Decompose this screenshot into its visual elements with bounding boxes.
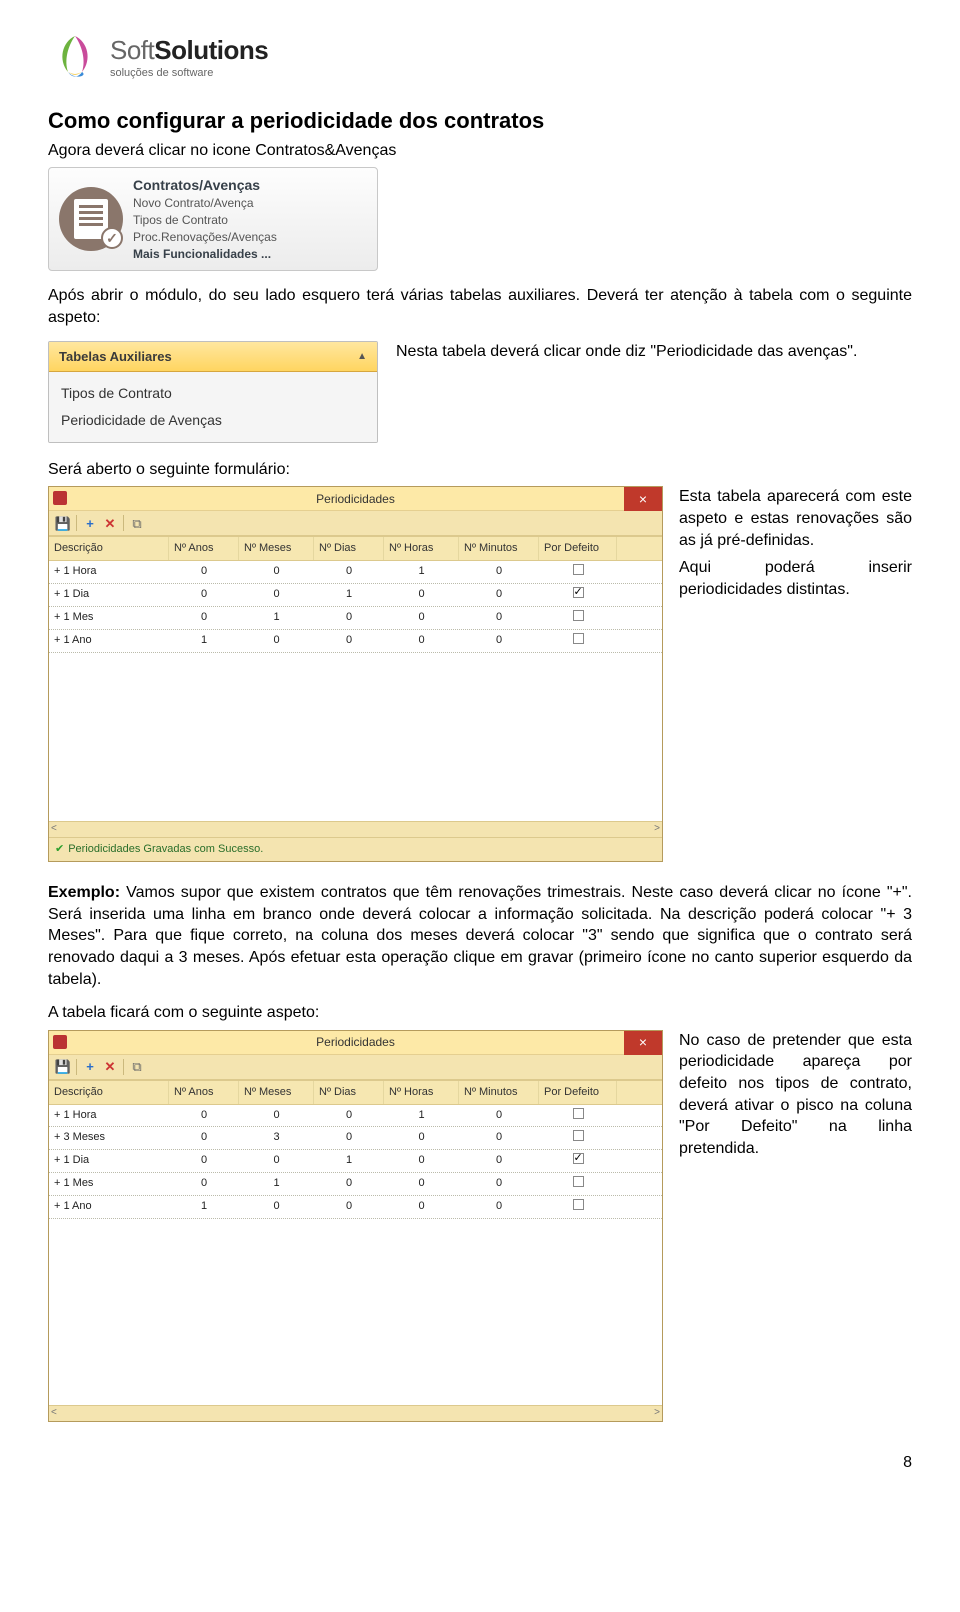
col-header: Nº Anos — [169, 537, 239, 560]
logo-mark-icon — [48, 30, 102, 84]
check-badge-icon: ✓ — [101, 227, 123, 249]
table-row[interactable]: + 1 Dia00100 — [49, 584, 662, 607]
periodicidades-window-1: Periodicidades × 💾 + ✕ ⧉ Descrição Nº An… — [48, 486, 663, 862]
col-header: Nº Minutos — [459, 537, 539, 560]
page-number: 8 — [48, 1452, 912, 1474]
close-button[interactable]: × — [624, 487, 662, 511]
col-header: Descrição — [49, 537, 169, 560]
checkbox[interactable] — [573, 1108, 584, 1119]
window-app-icon — [53, 1035, 67, 1049]
window-title: Periodicidades — [316, 491, 395, 507]
table-row[interactable]: + 3 Meses03000 — [49, 1127, 662, 1150]
card-item: Novo Contrato/Avença — [133, 195, 277, 212]
scrollbar[interactable] — [49, 821, 662, 837]
intro-paragraph-2: Após abrir o módulo, do seu lado esquero… — [48, 285, 912, 328]
aux-item-tipos[interactable]: Tipos de Contrato — [61, 380, 365, 407]
form-side-text: Esta tabela aparecerá com este aspeto e … — [679, 486, 912, 606]
table-row[interactable]: + 1 Ano10000 — [49, 1196, 662, 1219]
add-row-icon[interactable]: + — [81, 1058, 99, 1076]
caret-up-icon: ▲ — [357, 350, 367, 364]
window-title: Periodicidades — [316, 1034, 395, 1050]
grid-body-2: + 1 Hora00010+ 3 Meses03000+ 1 Dia00100+… — [49, 1105, 662, 1255]
save-icon[interactable]: 💾 — [54, 1058, 72, 1076]
aux-row: Tabelas Auxiliares ▲ Tipos de Contrato P… — [48, 341, 912, 443]
col-header: Nº Anos — [169, 1081, 239, 1104]
ok-icon: ✔ — [55, 842, 64, 857]
contratos-card[interactable]: ✓ Contratos/Avenças Novo Contrato/Avença… — [48, 167, 378, 271]
table-row[interactable]: + 1 Hora00010 — [49, 561, 662, 584]
table-row[interactable]: + 1 Ano10000 — [49, 630, 662, 653]
close-button[interactable]: × — [624, 1031, 662, 1055]
scrollbar[interactable] — [49, 1405, 662, 1421]
col-header: Nº Horas — [384, 537, 459, 560]
copy-icon[interactable]: ⧉ — [128, 1058, 146, 1076]
aux-header-label: Tabelas Auxiliares — [59, 348, 172, 366]
save-icon[interactable]: 💾 — [54, 514, 72, 532]
copy-icon[interactable]: ⧉ — [128, 514, 146, 532]
table-row[interactable]: + 1 Mes01000 — [49, 1173, 662, 1196]
col-header: Nº Minutos — [459, 1081, 539, 1104]
contratos-icon: ✓ — [59, 187, 123, 251]
col-header: Nº Horas — [384, 1081, 459, 1104]
form-intro: Será aberto o seguinte formulário: — [48, 459, 912, 481]
checkbox[interactable] — [573, 1153, 584, 1164]
aux-panel: Tabelas Auxiliares ▲ Tipos de Contrato P… — [48, 341, 378, 443]
brand-name: SoftSolutions — [110, 33, 268, 68]
aux-side-text: Nesta tabela deverá clicar onde diz "Per… — [396, 341, 912, 363]
tab2-side-text: No caso de pretender que esta periodicid… — [679, 1030, 912, 1160]
card-more: Mais Funcionalidades ... — [133, 246, 277, 263]
window-app-icon — [53, 491, 67, 505]
col-header: Por Defeito — [539, 1081, 617, 1104]
status-bar: ✔ Periodicidades Gravadas com Sucesso. — [49, 837, 662, 861]
table-row[interactable]: + 1 Mes01000 — [49, 607, 662, 630]
tab2-intro: A tabela ficará com o seguinte aspeto: — [48, 1002, 912, 1024]
aux-item-periodicidade[interactable]: Periodicidade de Avenças — [61, 407, 365, 434]
aux-header[interactable]: Tabelas Auxiliares ▲ — [49, 342, 377, 373]
col-header: Nº Meses — [239, 537, 314, 560]
grid-header: Descrição Nº Anos Nº Meses Nº Dias Nº Ho… — [49, 536, 662, 561]
logo-block: SoftSolutions soluções de software — [48, 30, 912, 84]
checkbox[interactable] — [573, 1130, 584, 1141]
exemplo-label: Exemplo: — [48, 884, 120, 901]
checkbox[interactable] — [573, 1199, 584, 1210]
col-header: Nº Meses — [239, 1081, 314, 1104]
exemplo-paragraph: Exemplo: Vamos supor que existem contrat… — [48, 882, 912, 990]
status-text: Periodicidades Gravadas com Sucesso. — [68, 842, 263, 857]
col-header: Por Defeito — [539, 537, 617, 560]
intro-paragraph-1: Agora deverá clicar no icone Contratos&A… — [48, 140, 912, 162]
checkbox[interactable] — [573, 633, 584, 644]
periodicidades-window-2: Periodicidades × 💾 + ✕ ⧉ Descrição Nº An… — [48, 1030, 663, 1422]
card-title: Contratos/Avenças — [133, 176, 277, 195]
brand-solutions: Solutions — [154, 33, 268, 68]
checkbox[interactable] — [573, 564, 584, 575]
checkbox[interactable] — [573, 587, 584, 598]
delete-row-icon[interactable]: ✕ — [101, 1058, 119, 1076]
window-toolbar: 💾 + ✕ ⧉ — [49, 1055, 662, 1080]
checkbox[interactable] — [573, 610, 584, 621]
table-row[interactable]: + 1 Dia00100 — [49, 1150, 662, 1173]
add-row-icon[interactable]: + — [81, 514, 99, 532]
window-toolbar: 💾 + ✕ ⧉ — [49, 511, 662, 536]
col-header: Nº Dias — [314, 537, 384, 560]
grid-header: Descrição Nº Anos Nº Meses Nº Dias Nº Ho… — [49, 1080, 662, 1105]
brand-tagline: soluções de software — [110, 66, 268, 81]
delete-row-icon[interactable]: ✕ — [101, 514, 119, 532]
brand-soft: Soft — [110, 33, 154, 68]
col-header: Descrição — [49, 1081, 169, 1104]
checkbox[interactable] — [573, 1176, 584, 1187]
card-item: Proc.Renovações/Avenças — [133, 229, 277, 246]
card-item: Tipos de Contrato — [133, 212, 277, 229]
grid-body-1: + 1 Hora00010+ 1 Dia00100+ 1 Mes01000+ 1… — [49, 561, 662, 711]
page-heading: Como configurar a periodicidade dos cont… — [48, 106, 912, 136]
table-row[interactable]: + 1 Hora00010 — [49, 1105, 662, 1128]
exemplo-text: Vamos supor que existem contratos que tê… — [48, 884, 912, 987]
col-header: Nº Dias — [314, 1081, 384, 1104]
